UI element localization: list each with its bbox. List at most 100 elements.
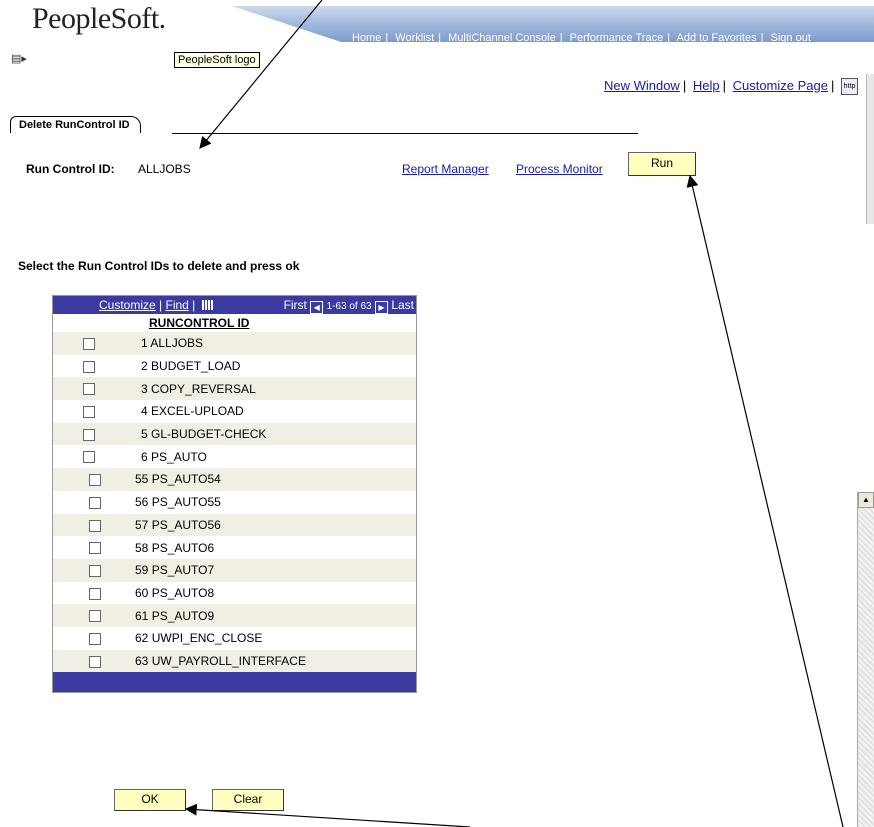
row-number: 1 [141,336,148,351]
row-select-checkbox[interactable] [83,360,95,373]
row-runcontrol-id: EXCEL-UPLOAD [151,404,244,419]
report-manager-link[interactable]: Report Manager [402,162,489,176]
table-row: 55 PS_AUTO54 [53,468,416,491]
scrollbar[interactable]: ▲ [857,492,874,827]
row-runcontrol-id: UW_PAYROLL_INTERFACE [151,653,306,668]
row-runcontrol-id: ALLJOBS [150,336,204,351]
run-button[interactable]: Run [628,152,696,176]
column-header-runcontrol-id[interactable]: RUNCONTROL ID [53,314,416,332]
row-number: 63 [135,653,149,668]
utility-links: New Window | Help | Customize Page | http [604,78,858,96]
grid-range: 1-63 of 63 [326,301,372,312]
annotation-arrow-run-button [686,174,844,827]
row-select-checkbox[interactable] [83,428,95,441]
row-number: 55 [135,472,149,487]
table-row: 4 EXCEL-UPLOAD [53,400,416,423]
new-window-link[interactable]: New Window [604,78,680,93]
row-select-checkbox[interactable] [83,383,95,396]
help-link[interactable]: Help [693,78,720,93]
grid-toolbar: Customize | Find | First ◀ 1-63 of 63 ▶ … [53,296,416,314]
row-runcontrol-id: PS_AUTO9 [151,608,215,623]
row-number: 2 [141,359,148,374]
row-runcontrol-id: GL-BUDGET-CHECK [151,427,267,442]
row-runcontrol-id: PS_AUTO6 [151,540,215,555]
table-row: 62 UWPI_ENC_CLOSE [53,626,416,650]
row-number: 6 [141,449,148,464]
row-select-checkbox[interactable] [83,451,95,464]
row-runcontrol-id: COPY_REVERSAL [151,381,256,396]
table-row: 2 BUDGET_LOAD [53,354,416,378]
row-number: 60 [135,585,149,600]
table-row: 58 PS_AUTO6 [53,536,416,559]
logo-tooltip: PeopleSoft logo [174,52,260,68]
row-select-checkbox[interactable] [89,519,101,532]
row-runcontrol-id: PS_AUTO56 [151,517,221,532]
row-runcontrol-id: UWPI_ENC_CLOSE [151,631,263,646]
ok-button[interactable]: OK [114,789,186,811]
row-select-checkbox[interactable] [83,406,95,419]
nav-multichannel-link[interactable]: MultiChannel Console [448,32,556,44]
row-select-checkbox[interactable] [89,564,101,577]
annotation-arrow-ok-button [184,803,471,827]
run-control-value: ALLJOBS [138,162,191,176]
grid-view-icon[interactable] [201,300,213,310]
tab-delete-runcontrol-id[interactable]: Delete RunControl ID [10,116,141,133]
nav-add-favorites-link[interactable]: Add to Favorites [677,32,757,44]
menu-toggle-icon[interactable]: ▤▸ [11,52,27,65]
row-runcontrol-id: PS_AUTO8 [151,585,215,600]
scroll-up-icon[interactable]: ▲ [858,492,874,508]
row-select-checkbox[interactable] [89,655,101,668]
table-row: 59 PS_AUTO7 [53,558,416,582]
runcontrol-grid: Customize | Find | First ◀ 1-63 of 63 ▶ … [52,295,417,694]
row-select-checkbox[interactable] [89,542,101,555]
row-number: 62 [135,631,149,646]
row-select-checkbox[interactable] [83,338,95,350]
row-number: 58 [135,540,149,555]
peoplesoft-logo[interactable]: PeopleSoft. [32,2,166,36]
clear-button[interactable]: Clear [212,789,284,811]
customize-page-link[interactable]: Customize Page [733,78,828,93]
nav-performance-trace-link[interactable]: Performance Trace [570,32,664,44]
row-number: 57 [135,517,149,532]
grid-find-link[interactable]: Find [165,298,188,312]
row-select-checkbox[interactable] [89,632,101,645]
row-runcontrol-id: PS_AUTO [151,449,207,464]
process-monitor-link[interactable]: Process Monitor [516,162,603,176]
table-row: 5 GL-BUDGET-CHECK [53,422,416,446]
row-number: 3 [141,381,148,396]
table-row: 1 ALLJOBS [53,332,416,355]
row-runcontrol-id: BUDGET_LOAD [151,359,241,374]
row-number: 4 [141,404,148,419]
row-number: 59 [135,563,149,578]
http-url-icon[interactable]: http [841,78,858,96]
row-runcontrol-id: PS_AUTO7 [151,563,215,578]
grid-first-label[interactable]: First [284,298,307,312]
row-number: 5 [141,427,148,442]
row-select-checkbox[interactable] [89,474,101,487]
grid-customize-link[interactable]: Customize [99,298,156,312]
grid-last-label[interactable]: Last [391,298,414,312]
grid-footer [53,672,416,693]
row-select-checkbox[interactable] [89,496,101,509]
nav-home-link[interactable]: Home [352,32,381,44]
nav-worklist-link[interactable]: Worklist [395,32,434,44]
top-nav: Home | Worklist | MultiChannel Console | Pe… [352,32,811,44]
table-row: 61 PS_AUTO9 [53,604,416,627]
table-row: 6 PS_AUTO [53,445,416,469]
table-row: 3 COPY_REVERSAL [53,377,416,401]
table-row: 57 PS_AUTO56 [53,513,416,537]
row-number: 56 [135,495,149,510]
nav-sign-out-link[interactable]: Sign out [771,32,811,44]
row-select-checkbox[interactable] [89,587,101,600]
table-row: 56 PS_AUTO55 [53,490,416,514]
table-row: 63 UW_PAYROLL_INTERFACE [53,649,416,673]
next-arrow-icon[interactable]: ▶ [374,301,388,314]
row-select-checkbox[interactable] [89,610,101,623]
run-control-label: Run Control ID: [26,162,115,176]
scrollbar-upper[interactable] [866,74,874,224]
row-runcontrol-id: PS_AUTO55 [151,495,221,510]
instruction-text: Select the Run Control IDs to delete and… [18,259,300,273]
tab-divider [172,133,638,134]
table-row: 60 PS_AUTO8 [53,581,416,605]
prev-arrow-icon[interactable]: ◀ [310,301,324,314]
